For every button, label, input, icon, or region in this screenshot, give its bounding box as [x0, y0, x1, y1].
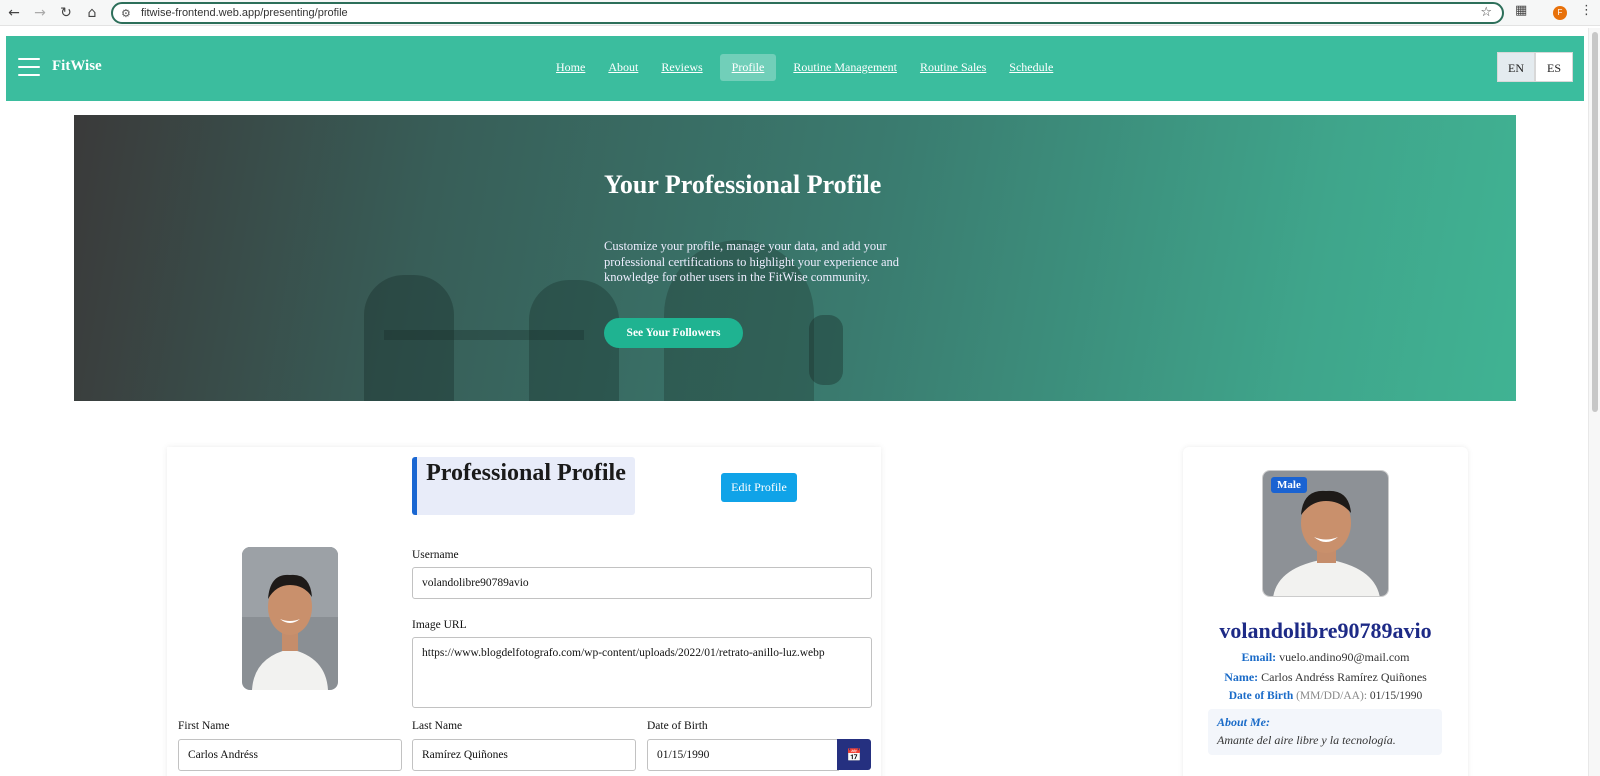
dob-key: Date of Birth [1228, 690, 1294, 702]
reload-icon[interactable]: ↻ [54, 1, 78, 25]
hamburger-menu-icon[interactable] [18, 58, 40, 76]
nav-home[interactable]: Home [550, 54, 591, 81]
language-switcher: EN ES [1497, 52, 1573, 82]
nav-routine-sales[interactable]: Routine Sales [914, 54, 992, 81]
browser-toolbar: ← → ↻ ⌂ ⚙ fitwise-frontend.web.app/prese… [0, 0, 1600, 26]
about-me-title: About Me: [1217, 715, 1271, 729]
nav-about[interactable]: About [602, 54, 644, 81]
name-key: Name: [1224, 670, 1259, 684]
see-followers-button[interactable]: See Your Followers [604, 318, 743, 348]
profile-summary-card: Male volandolibre90789avio Email: vuelo.… [1183, 447, 1468, 776]
profile-form-card: Professional Profile Edit Profile Userna… [167, 447, 881, 776]
scrollbar-thumb[interactable] [1592, 32, 1598, 412]
summary-avatar: Male [1262, 470, 1389, 597]
headphones-shape [809, 315, 843, 385]
nav-profile[interactable]: Profile [719, 54, 777, 81]
dob-input[interactable]: 01/15/1990 [647, 739, 839, 771]
username-label: Username [412, 549, 459, 561]
image-url-label: Image URL [412, 619, 467, 631]
summary-name: Name: Carlos Andréss Ramírez Quiñones [1183, 670, 1468, 685]
lang-en-button[interactable]: EN [1497, 52, 1535, 82]
calendar-icon[interactable]: 📅 [837, 739, 871, 770]
first-name-input[interactable]: Carlos Andréss [178, 739, 402, 771]
username-input[interactable]: volandolibre90789avio [412, 567, 872, 599]
email-value: vuelo.andino90@mail.com [1279, 650, 1410, 664]
browser-menu-icon[interactable]: ⋮ [1580, 3, 1593, 18]
nav-routine-management[interactable]: Routine Management [787, 54, 903, 81]
profile-avatar[interactable]: F [1553, 6, 1567, 20]
page-scrollbar[interactable] [1588, 28, 1600, 776]
dob-label: Date of Birth [647, 720, 708, 732]
nav-schedule[interactable]: Schedule [1003, 54, 1059, 81]
site-settings-icon[interactable]: ⚙ [121, 7, 135, 20]
hero-title: Your Professional Profile [604, 170, 882, 199]
image-url-textarea[interactable]: https://www.blogdelfotografo.com/wp-cont… [412, 637, 872, 708]
address-bar[interactable]: ⚙ fitwise-frontend.web.app/presenting/pr… [111, 2, 1504, 24]
about-me-box: About Me: Amante del aire libre y la tec… [1208, 709, 1442, 755]
summary-dob: Date of Birth (MM/DD/AA): 01/15/1990 [1183, 690, 1468, 702]
name-value: Carlos Andréss Ramírez Quiñones [1261, 670, 1427, 684]
nav-reviews[interactable]: Reviews [655, 54, 708, 81]
forward-icon[interactable]: → [28, 1, 52, 25]
extensions-icon[interactable]: ▦ [1515, 3, 1527, 18]
profile-photo [242, 547, 338, 690]
home-icon[interactable]: ⌂ [80, 1, 104, 25]
nav-links: Home About Reviews Profile Routine Manag… [550, 54, 1070, 81]
brand-logo[interactable]: FitWise [52, 58, 102, 75]
back-icon[interactable]: ← [2, 1, 26, 25]
last-name-input[interactable]: Ramírez Quiñones [412, 739, 636, 771]
email-key: Email: [1241, 650, 1277, 664]
summary-username: volandolibre90789avio [1219, 618, 1432, 643]
last-name-label: Last Name [412, 720, 463, 732]
app-navbar: FitWise Home About Reviews Profile Routi… [6, 36, 1584, 101]
weight-plate-shape [364, 275, 454, 401]
edit-profile-button[interactable]: Edit Profile [721, 473, 797, 502]
about-me-text: Amante del aire libre y la tecnología. [1217, 733, 1396, 747]
gender-badge: Male [1271, 477, 1307, 493]
first-name-label: First Name [178, 720, 230, 732]
hero-banner: Your Professional Profile Customize your… [74, 115, 1516, 401]
summary-email: Email: vuelo.andino90@mail.com [1183, 650, 1468, 665]
lang-es-button[interactable]: ES [1535, 52, 1573, 82]
hero-description: Customize your profile, manage your data… [604, 239, 900, 284]
bookmark-star-icon[interactable]: ☆ [1480, 5, 1492, 20]
dob-value: 01/15/1990 [1369, 690, 1423, 702]
dob-format: (MM/DD/AA): [1296, 690, 1368, 702]
professional-profile-heading: Professional Profile [412, 457, 635, 515]
url-text[interactable]: fitwise-frontend.web.app/presenting/prof… [141, 7, 348, 19]
